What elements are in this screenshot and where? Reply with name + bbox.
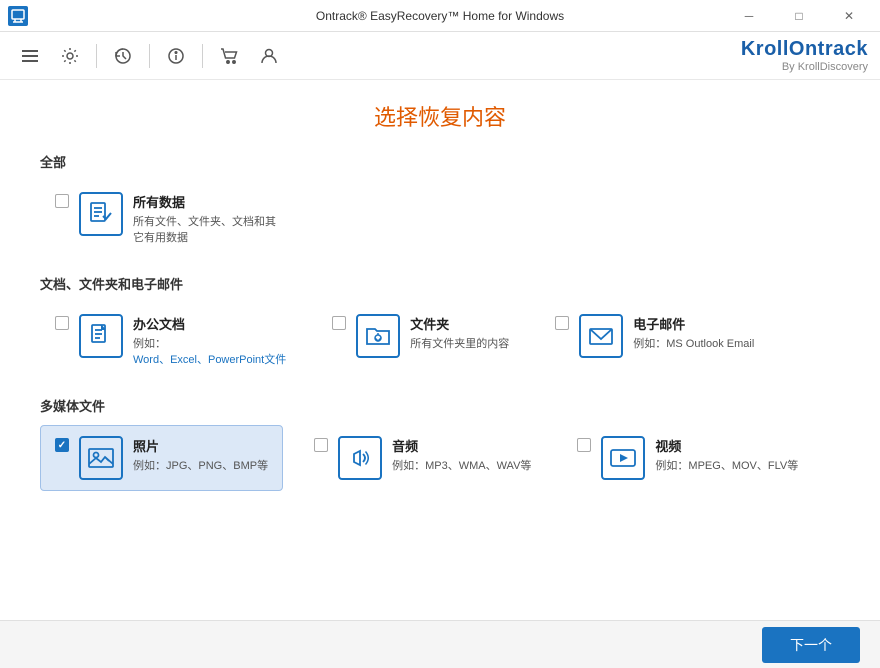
bottom-bar: 下一个: [0, 620, 880, 668]
item-video-text: 视频 例如：MPEG、MOV、FLV等: [655, 436, 798, 473]
item-office-docs[interactable]: 办公文档 例如： Word、Excel、PowerPoint文件: [40, 303, 301, 378]
item-email[interactable]: 电子邮件 例如：MS Outlook Email: [540, 303, 769, 369]
brand-logo: KrollOntrack By KrollDiscovery: [741, 38, 868, 73]
item-office-name: 办公文档: [133, 314, 286, 333]
icon-photos: [79, 436, 123, 480]
item-office-text: 办公文档 例如： Word、Excel、PowerPoint文件: [133, 314, 286, 367]
separator-2: [149, 44, 150, 68]
section-all-row: 所有数据 所有文件、文件夹、文档和其 它有用数据: [40, 181, 840, 256]
item-audio-name: 音频: [392, 436, 531, 455]
app-icon: [8, 6, 28, 26]
section-all: 全部 所有数据 所有文件、文件夹、文档和其 它有用数据: [40, 152, 840, 256]
section-media: 多媒体文件 照片 例如：JPG、PNG、BMP等: [40, 396, 840, 491]
info-button[interactable]: [158, 38, 194, 74]
item-video[interactable]: 视频 例如：MPEG、MOV、FLV等: [562, 425, 813, 491]
page-title: 选择恢复内容: [40, 100, 840, 132]
icon-video: [601, 436, 645, 480]
section-docs-title: 文档、文件夹和电子邮件: [40, 274, 840, 293]
item-audio[interactable]: 音频 例如：MP3、WMA、WAV等: [299, 425, 546, 491]
toolbar: KrollOntrack By KrollDiscovery: [0, 32, 880, 80]
item-folders-text: 文件夹 所有文件夹里的内容: [410, 314, 509, 351]
minimize-button[interactable]: ─: [726, 0, 772, 32]
checkbox-all-data[interactable]: [55, 194, 69, 208]
item-all-data-text: 所有数据 所有文件、文件夹、文档和其 它有用数据: [133, 192, 276, 245]
icon-office: [79, 314, 123, 358]
maximize-button[interactable]: □: [776, 0, 822, 32]
checkbox-email[interactable]: [555, 316, 569, 330]
item-folders-name: 文件夹: [410, 314, 509, 333]
checkbox-photos[interactable]: [55, 438, 69, 452]
item-photos-name: 照片: [133, 436, 268, 455]
section-media-row: 照片 例如：JPG、PNG、BMP等 音频 例如：MP3、WMA、WAV等: [40, 425, 840, 491]
item-video-name: 视频: [655, 436, 798, 455]
item-photos[interactable]: 照片 例如：JPG、PNG、BMP等: [40, 425, 283, 491]
item-office-desc: 例如：: [133, 335, 286, 351]
item-email-desc: 例如：MS Outlook Email: [633, 335, 754, 351]
icon-all-data: [79, 192, 123, 236]
checkbox-folders[interactable]: [332, 316, 346, 330]
history-button[interactable]: [105, 38, 141, 74]
separator-1: [96, 44, 97, 68]
section-docs: 文档、文件夹和电子邮件 办公文档 例如：: [40, 274, 840, 378]
user-button[interactable]: [251, 38, 287, 74]
window-controls: ─ □ ✕: [726, 0, 872, 32]
checkbox-office[interactable]: [55, 316, 69, 330]
item-folders[interactable]: 文件夹 所有文件夹里的内容: [317, 303, 524, 369]
item-office-examples: Word、Excel、PowerPoint文件: [133, 351, 286, 367]
separator-3: [202, 44, 203, 68]
titlebar-left: [8, 6, 28, 26]
icon-email: [579, 314, 623, 358]
toolbar-left: [12, 38, 287, 74]
item-photos-desc: 例如：JPG、PNG、BMP等: [133, 457, 268, 473]
item-email-text: 电子邮件 例如：MS Outlook Email: [633, 314, 754, 351]
item-audio-desc: 例如：MP3、WMA、WAV等: [392, 457, 531, 473]
titlebar: Ontrack® EasyRecovery™ Home for Windows …: [0, 0, 880, 32]
checkbox-video[interactable]: [577, 438, 591, 452]
item-audio-text: 音频 例如：MP3、WMA、WAV等: [392, 436, 531, 473]
brand-name: KrollOntrack: [741, 38, 868, 60]
menu-button[interactable]: [12, 38, 48, 74]
item-all-data[interactable]: 所有数据 所有文件、文件夹、文档和其 它有用数据: [40, 181, 291, 256]
window-title: Ontrack® EasyRecovery™ Home for Windows: [316, 9, 564, 23]
icon-folders: [356, 314, 400, 358]
next-button[interactable]: 下一个: [762, 627, 860, 663]
main-content: 选择恢复内容 全部 所有数据 所有文件、文件夹、文档和其: [0, 80, 880, 620]
section-docs-row: 办公文档 例如： Word、Excel、PowerPoint文件: [40, 303, 840, 378]
checkbox-audio[interactable]: [314, 438, 328, 452]
cart-button[interactable]: [211, 38, 247, 74]
item-folders-desc: 所有文件夹里的内容: [410, 335, 509, 351]
item-video-desc: 例如：MPEG、MOV、FLV等: [655, 457, 798, 473]
item-photos-text: 照片 例如：JPG、PNG、BMP等: [133, 436, 268, 473]
close-button[interactable]: ✕: [826, 0, 872, 32]
section-media-title: 多媒体文件: [40, 396, 840, 415]
item-all-data-name: 所有数据: [133, 192, 276, 211]
brand-sub: By KrollDiscovery: [741, 61, 868, 73]
settings-button[interactable]: [52, 38, 88, 74]
icon-audio: [338, 436, 382, 480]
item-all-data-desc1: 所有文件、文件夹、文档和其: [133, 213, 276, 229]
toolbar-right: KrollOntrack By KrollDiscovery: [741, 38, 868, 73]
item-email-name: 电子邮件: [633, 314, 754, 333]
section-all-title: 全部: [40, 152, 840, 171]
item-all-data-desc2: 它有用数据: [133, 229, 276, 245]
